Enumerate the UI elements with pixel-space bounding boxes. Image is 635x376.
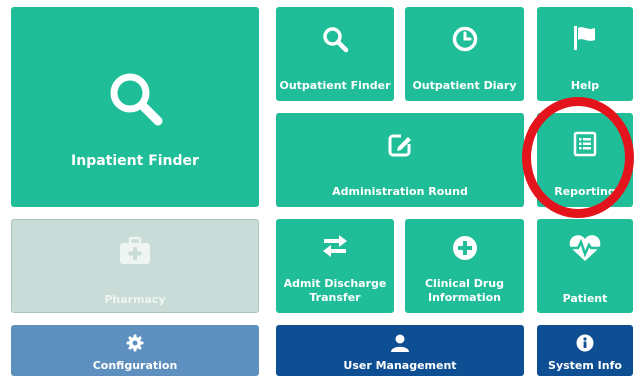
plus-circle-icon xyxy=(405,234,524,262)
gear-icon xyxy=(11,334,259,352)
inpatient-finder-label: Inpatient Finder xyxy=(71,153,199,169)
user-management-label: User Management xyxy=(343,359,457,372)
inpatient-finder-tile[interactable]: Inpatient Finder xyxy=(11,7,259,207)
configuration-tile[interactable]: Configuration xyxy=(11,325,259,376)
admit-discharge-transfer-tile[interactable]: Admit Discharge Transfer xyxy=(276,219,394,313)
medical-kit-icon xyxy=(12,236,258,266)
system-info-tile[interactable]: System Info xyxy=(537,325,633,376)
administration-round-label: Administration Round xyxy=(332,185,468,198)
edit-icon xyxy=(276,131,524,159)
reporting-label: Reporting xyxy=(554,185,616,198)
patient-tile[interactable]: Patient xyxy=(537,219,633,313)
reporting-tile[interactable]: Reporting xyxy=(537,113,633,207)
clock-icon xyxy=(405,25,524,53)
configuration-label: Configuration xyxy=(92,359,178,372)
outpatient-diary-label: Outpatient Diary xyxy=(412,79,517,92)
pharmacy-tile: Pharmacy xyxy=(11,219,259,313)
clinical-drug-information-label: Clinical Drug Information xyxy=(424,277,505,304)
admit-discharge-transfer-label: Admit Discharge Transfer xyxy=(283,277,387,304)
help-tile[interactable]: Help xyxy=(537,7,633,101)
clinical-drug-information-tile[interactable]: Clinical Drug Information xyxy=(405,219,524,313)
outpatient-diary-tile[interactable]: Outpatient Diary xyxy=(405,7,524,101)
heartbeat-icon xyxy=(537,233,633,263)
search-icon xyxy=(276,25,394,53)
system-info-label: System Info xyxy=(548,359,622,372)
help-label: Help xyxy=(570,79,600,92)
outpatient-finder-tile[interactable]: Outpatient Finder xyxy=(276,7,394,101)
search-icon xyxy=(11,69,259,127)
user-icon xyxy=(276,334,524,352)
patient-label: Patient xyxy=(562,292,608,305)
user-management-tile[interactable]: User Management xyxy=(276,325,524,376)
info-circle-icon xyxy=(537,334,633,352)
pharmacy-label: Pharmacy xyxy=(104,293,166,306)
flag-icon xyxy=(537,23,633,53)
report-list-icon xyxy=(537,130,633,158)
administration-round-tile[interactable]: Administration Round xyxy=(276,113,524,207)
exchange-arrows-icon xyxy=(276,233,394,259)
outpatient-finder-label: Outpatient Finder xyxy=(279,79,391,92)
